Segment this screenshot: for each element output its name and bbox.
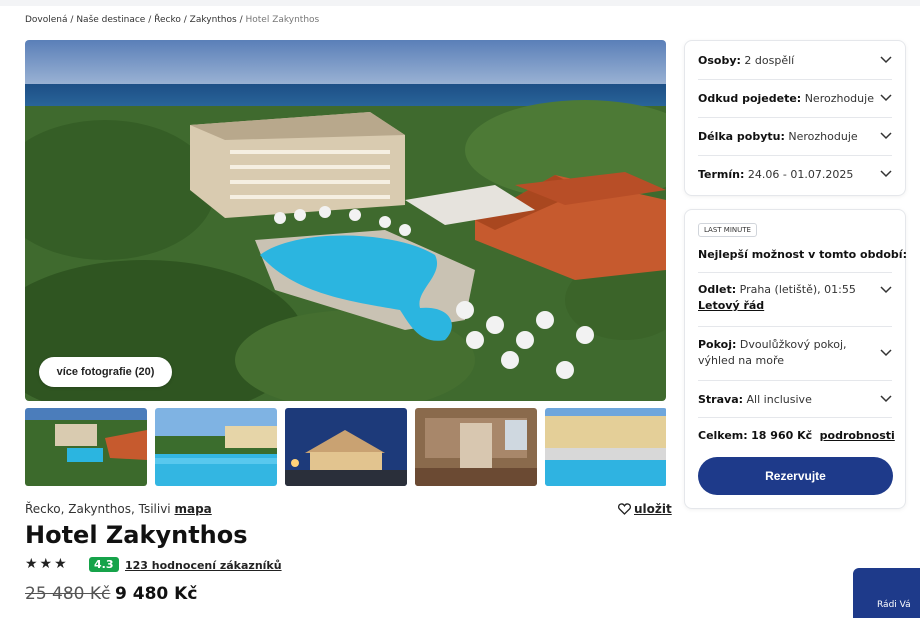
breadcrumb-item[interactable]: Naše destinace — [76, 15, 145, 25]
more-photos-button[interactable]: více fotografie (20) — [39, 357, 172, 387]
offer-card: LAST MINUTE Nejlepší možnost v tomto obd… — [684, 209, 907, 509]
chevron-down-icon — [880, 170, 892, 178]
offer-room[interactable]: Pokoj: Dvoulůžkový pokoj, výhled na moře — [698, 336, 892, 370]
price-original: 25 480 Kč — [25, 584, 111, 604]
chevron-down-icon — [880, 132, 892, 140]
breadcrumb-item[interactable]: Řecko — [154, 15, 181, 25]
top-bar — [0, 0, 920, 6]
chevron-down-icon — [880, 94, 892, 102]
chevron-down-icon — [880, 286, 892, 294]
offer-board[interactable]: Strava: All inclusive — [698, 390, 892, 408]
chevron-down-icon — [880, 56, 892, 64]
breadcrumb-separator: / — [70, 15, 74, 25]
details-link[interactable]: podrobnosti — [820, 429, 895, 442]
offer-total: Celkem: 18 960 Kč podrobnosti — [698, 429, 895, 442]
search-filters-card: Osoby: 2 dospělí Odkud pojedete: Nerozho… — [684, 40, 906, 196]
hotel-main-photo[interactable] — [25, 40, 666, 401]
breadcrumb-separator: / — [183, 15, 187, 25]
thumbnail-photo[interactable] — [25, 408, 147, 486]
thumbnail-photo[interactable] — [155, 408, 277, 486]
map-link[interactable]: mapa — [174, 502, 211, 516]
save-label: uložit — [634, 502, 672, 516]
thumbnail-photo[interactable] — [285, 408, 407, 486]
breadcrumb-item[interactable]: Zakynthos — [190, 15, 237, 25]
reserve-button[interactable]: Rezervujte — [698, 457, 893, 495]
filter-departure-city[interactable]: Odkud pojedete: Nerozhoduje — [698, 89, 892, 107]
thumbnail-photo[interactable] — [545, 408, 667, 486]
best-option-heading: Nejlepší možnost v tomto období: — [698, 248, 907, 261]
last-minute-badge: LAST MINUTE — [698, 223, 757, 237]
reviews-link[interactable]: 123 hodnocení zákazníků — [125, 559, 282, 572]
heart-icon — [618, 503, 631, 515]
breadcrumb: Dovolená / Naše destinace / Řecko / Zaky… — [25, 15, 319, 25]
chevron-down-icon — [880, 395, 892, 403]
filter-date[interactable]: Termín: 24.06 - 01.07.2025 — [698, 165, 892, 183]
flight-schedule-link[interactable]: Letový řád — [698, 299, 764, 312]
hotel-name: Hotel Zakynthos — [25, 521, 248, 549]
chat-widget-button[interactable]: Rádi Vá — [853, 568, 920, 618]
offer-departure[interactable]: Odlet: Praha (letiště), 01:55 Letový řád — [698, 282, 892, 316]
price-current: 9 480 Kč — [115, 584, 198, 604]
filter-stay-length[interactable]: Délka pobytu: Nerozhoduje — [698, 127, 892, 145]
breadcrumb-separator: / — [239, 15, 243, 25]
hotel-location: Řecko, Zakynthos, Tsilivi mapa — [25, 502, 212, 516]
breadcrumb-separator: / — [148, 15, 152, 25]
star-rating: ★★★ — [25, 556, 69, 572]
thumbnail-photo[interactable] — [415, 408, 537, 486]
breadcrumb-current: Hotel Zakynthos — [245, 15, 320, 25]
filter-persons[interactable]: Osoby: 2 dospělí — [698, 51, 892, 69]
rating-badge: 4.3 — [89, 557, 119, 572]
chevron-down-icon — [880, 349, 892, 357]
save-button[interactable]: uložit — [618, 502, 672, 516]
location-text: Řecko, Zakynthos, Tsilivi — [25, 502, 171, 516]
breadcrumb-item[interactable]: Dovolená — [25, 15, 68, 25]
